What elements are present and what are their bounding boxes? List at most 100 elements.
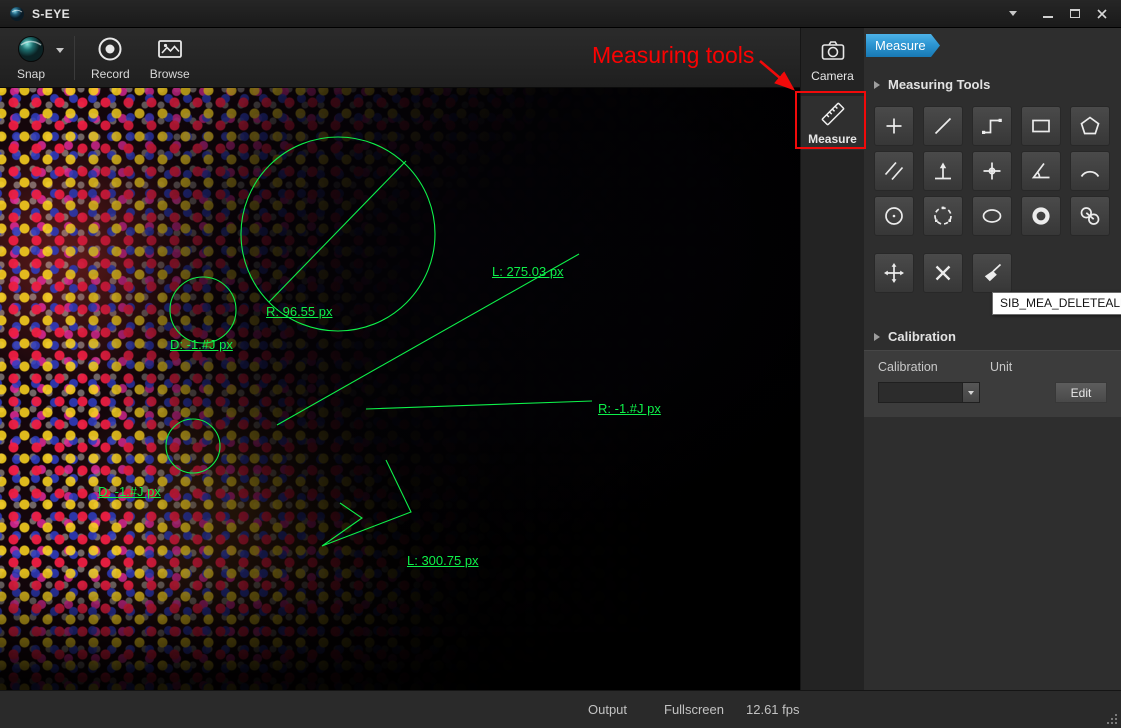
circle-tool-button[interactable] [874, 196, 914, 236]
measurement-label[interactable]: R: 96.55 px [266, 304, 333, 319]
annotation-arrow-icon [744, 55, 804, 97]
snap-dropdown-button[interactable] [56, 28, 68, 87]
measurement-label[interactable]: L: 300.75 px [407, 553, 479, 568]
measured-circle [166, 419, 220, 473]
measured-circle [170, 277, 236, 343]
resize-grip[interactable] [1106, 713, 1118, 725]
panel-tab-measure[interactable]: Measure [866, 34, 940, 57]
browse-button[interactable]: Browse [140, 28, 200, 87]
window-title: S-EYE [32, 7, 70, 21]
delete-all-tool-icon [980, 261, 1004, 285]
measured-circle [241, 137, 435, 331]
close-button[interactable] [1088, 3, 1115, 24]
measure-tab[interactable]: Measure [801, 96, 864, 150]
record-button[interactable]: Record [81, 28, 140, 87]
line-tool-icon [931, 114, 955, 138]
line-tool-button[interactable] [923, 106, 963, 146]
ruler-icon [819, 100, 847, 128]
app-window: S-EYE Snap [0, 0, 1121, 728]
radius-line [269, 161, 406, 302]
expander-icon [874, 81, 880, 89]
fps-indicator: 12.61 fps [746, 691, 800, 728]
vertical-line-tool-button[interactable] [923, 151, 963, 191]
camera-icon [819, 37, 847, 65]
two-circles-tool-icon [1078, 204, 1102, 228]
circle-3pt-tool-button[interactable] [923, 196, 963, 236]
camera-viewport[interactable]: R: 96.55 px D: -1.#J px L: 275.03 px R: … [0, 88, 800, 690]
close-icon [1096, 8, 1108, 20]
measure-tab-label: Measure [808, 132, 857, 146]
select-chevron-button[interactable] [962, 383, 979, 402]
panel-tab-label: Measure [875, 38, 926, 53]
calibration-title: Calibration [888, 329, 956, 344]
angle-tool-button[interactable] [1021, 151, 1061, 191]
two-circles-tool-button[interactable] [1070, 196, 1110, 236]
cross-line-tool-icon [980, 159, 1004, 183]
app-logo-icon [9, 6, 25, 22]
record-label: Record [91, 67, 130, 81]
snap-button[interactable]: Snap [6, 28, 56, 87]
measure-panel: Measure Measuring Tools [864, 28, 1121, 690]
circle-3pt-tool-icon [931, 204, 955, 228]
polygon-tool-button[interactable] [1070, 106, 1110, 146]
delete-tool-icon [931, 261, 955, 285]
measured-polyline [322, 460, 411, 546]
edit-button[interactable]: Edit [1055, 382, 1107, 403]
calibration-header[interactable]: Calibration [864, 323, 1121, 350]
side-tabstrip: Camera Measure [800, 28, 864, 690]
measuring-tools-header[interactable]: Measuring Tools [864, 71, 1121, 98]
measured-line [277, 254, 579, 425]
measurement-label[interactable]: D: -1.#J px [170, 337, 233, 352]
titlebar: S-EYE [0, 0, 1121, 28]
snap-icon [16, 34, 46, 64]
calibration-select-value [879, 383, 962, 402]
move-tool-button[interactable] [874, 253, 914, 293]
delete-tool-button[interactable] [923, 253, 963, 293]
polygon-tool-icon [1078, 114, 1102, 138]
browse-label: Browse [150, 67, 190, 81]
snap-label: Snap [17, 67, 45, 81]
measurement-label[interactable]: L: 275.03 px [492, 264, 564, 279]
ellipse-tool-button[interactable] [972, 196, 1012, 236]
parallel-lines-tool-icon [882, 159, 906, 183]
annulus-tool-button[interactable] [1021, 196, 1061, 236]
measuring-tools-title: Measuring Tools [888, 77, 990, 92]
rectangle-tool-icon [1029, 114, 1053, 138]
parallel-lines-tool-button[interactable] [874, 151, 914, 191]
arc-tool-button[interactable] [1070, 151, 1110, 191]
chevron-down-icon [56, 48, 64, 53]
rectangle-tool-button[interactable] [1021, 106, 1061, 146]
measurement-label[interactable]: R: -1.#J px [598, 401, 661, 416]
chevron-down-icon [968, 391, 974, 395]
window-controls [999, 3, 1115, 24]
calibration-label: Calibration [878, 360, 990, 374]
measurement-label[interactable]: D: -1.#J px [98, 484, 161, 499]
measurement-overlay [0, 88, 800, 690]
tool-grid [864, 102, 1121, 293]
point-tool-button[interactable] [874, 106, 914, 146]
arc-tool-icon [1078, 159, 1102, 183]
minimize-icon [1043, 16, 1053, 18]
maximize-button[interactable] [1061, 3, 1088, 24]
circle-tool-icon [882, 204, 906, 228]
angle-tool-icon [1029, 159, 1053, 183]
expander-icon [874, 333, 880, 341]
camera-tab[interactable]: Camera [801, 34, 864, 86]
calibration-body: Calibration Unit Edit [864, 350, 1121, 417]
output-button[interactable]: Output [588, 691, 627, 728]
vertical-line-tool-icon [931, 159, 955, 183]
annotation-text: Measuring tools [592, 42, 754, 69]
calibration-select[interactable] [878, 382, 980, 403]
fullscreen-button[interactable]: Fullscreen [664, 691, 724, 728]
move-tool-icon [882, 261, 906, 285]
statusbar: Output Fullscreen 12.61 fps [0, 690, 1121, 728]
chevron-down-icon [1009, 11, 1017, 16]
delete-all-tool-button[interactable] [972, 253, 1012, 293]
titlebar-menu-button[interactable] [999, 3, 1026, 24]
unit-label: Unit [990, 360, 1107, 374]
cross-line-tool-button[interactable] [972, 151, 1012, 191]
minimize-button[interactable] [1034, 3, 1061, 24]
browse-icon [155, 34, 185, 64]
polyline-tool-button[interactable] [972, 106, 1012, 146]
measured-line [366, 401, 592, 409]
